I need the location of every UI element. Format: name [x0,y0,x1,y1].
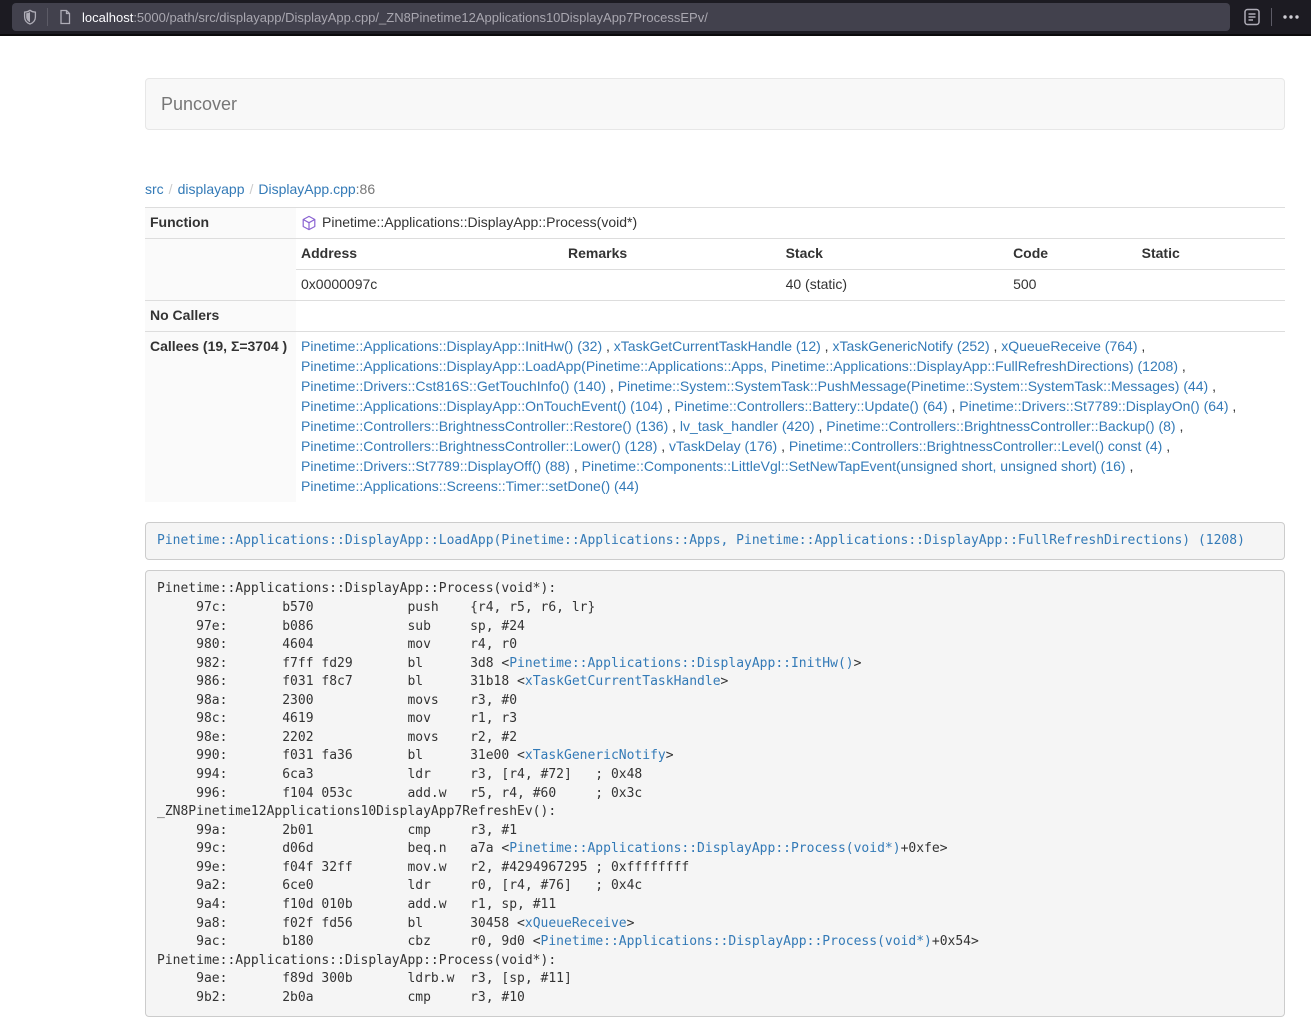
breadcrumb-link-displayapp[interactable]: displayapp [178,181,245,197]
col-header-address: Address [296,239,563,269]
highlighted-symbol-box: Pinetime::Applications::DisplayApp::Load… [145,522,1285,561]
url-path: :5000/path/src/displayapp/DisplayApp.cpp… [133,10,708,25]
callee-link[interactable]: Pinetime::Applications::Screens::Timer::… [301,478,639,494]
breadcrumb-link-file[interactable]: DisplayApp.cpp [258,181,355,197]
callee-separator: , [1176,418,1184,434]
function-row: Function Pinetime::Applications::Display… [145,208,1285,239]
breadcrumb-separator: / [164,181,178,197]
callee-separator: , [1126,458,1134,474]
callee-link[interactable]: Pinetime::Components::LittleVgl::SetNewT… [582,458,1126,474]
callee-separator: , [657,438,669,454]
callee-separator: , [1229,398,1237,414]
static-value [1137,269,1285,299]
disassembly-symbol-link[interactable]: xTaskGetCurrentTaskHandle [525,674,721,689]
brand-link[interactable]: Puncover [146,94,252,114]
callee-separator: , [1178,358,1186,374]
browser-toolbar: localhost:5000/path/src/displayapp/Displ… [0,0,1311,36]
callee-separator: , [1162,438,1170,454]
disassembly-symbol-link[interactable]: xQueueReceive [525,916,627,931]
breadcrumb-separator: / [245,181,259,197]
disassembly-block: Pinetime::Applications::DisplayApp::Proc… [145,570,1285,1017]
callee-separator: , [821,338,833,354]
callee-separator: , [777,438,789,454]
url-bar[interactable]: localhost:5000/path/src/displayapp/Displ… [12,3,1230,31]
code-value: 500 [1008,269,1137,299]
app-navbar: Puncover [145,78,1285,130]
callee-separator: , [668,418,680,434]
callee-link[interactable]: xQueueReceive (764) [1001,338,1137,354]
callee-link[interactable]: Pinetime::Controllers::BrightnessControl… [826,418,1175,434]
toolbar-actions [1242,8,1301,26]
callee-link[interactable]: Pinetime::Drivers::Cst816S::GetTouchInfo… [301,378,606,394]
function-row-label: Function [145,208,296,239]
callee-separator: , [663,398,675,414]
function-name: Pinetime::Applications::DisplayApp::Proc… [322,213,637,233]
callee-link[interactable]: Pinetime::Controllers::BrightnessControl… [789,438,1162,454]
disassembly-symbol-link[interactable]: Pinetime::Applications::DisplayApp::Init… [509,656,853,671]
col-header-static: Static [1137,239,1285,269]
callee-link[interactable]: Pinetime::Applications::DisplayApp::Init… [301,338,602,354]
page-content: Puncover src/displayapp/DisplayApp.cpp:8… [145,78,1285,1017]
callee-separator: , [948,398,960,414]
callee-link[interactable]: xTaskGenericNotify (252) [832,338,989,354]
details-row-label [145,238,296,300]
details-row: Address Remarks Stack Code Static 0x0000… [145,238,1285,300]
callers-row: No Callers [145,300,1285,331]
remarks-value [563,269,781,299]
url-bar-divider [47,8,48,26]
col-header-remarks: Remarks [563,239,781,269]
breadcrumb: src/displayapp/DisplayApp.cpp:86 [145,181,1285,197]
callees-list: Pinetime::Applications::DisplayApp::Init… [296,331,1285,501]
details-values-row: 0x0000097c 40 (static) 500 [296,269,1285,299]
callee-link[interactable]: Pinetime::System::SystemTask::PushMessag… [618,378,1209,394]
disassembly-symbol-link[interactable]: Pinetime::Applications::DisplayApp::Proc… [541,934,932,949]
callers-cell [296,300,1285,331]
address-value: 0x0000097c [296,269,563,299]
callee-separator: , [990,338,1002,354]
shield-icon[interactable] [22,9,38,25]
stack-value: 40 (static) [781,269,1008,299]
disassembly-symbol-link[interactable]: xTaskGenericNotify [525,748,666,763]
callee-link[interactable]: Pinetime::Controllers::Battery::Update()… [675,398,948,414]
highlighted-symbol-link[interactable]: Pinetime::Applications::DisplayApp::Load… [157,533,1245,548]
breadcrumb-line-number: :86 [356,181,375,197]
callee-link[interactable]: Pinetime::Controllers::BrightnessControl… [301,438,657,454]
callee-link[interactable]: lv_task_handler (420) [680,418,815,434]
details-table: Address Remarks Stack Code Static 0x0000… [296,239,1285,300]
col-header-stack: Stack [781,239,1008,269]
callee-link[interactable]: Pinetime::Drivers::St7789::DisplayOn() (… [959,398,1228,414]
callee-separator: , [602,338,614,354]
callee-separator: , [1208,378,1216,394]
url-host: localhost [82,10,133,25]
callee-separator: , [815,418,827,434]
function-table: Function Pinetime::Applications::Display… [145,207,1285,502]
url-text: localhost:5000/path/src/displayapp/Displ… [82,10,708,25]
callee-link[interactable]: vTaskDelay (176) [669,438,777,454]
callees-row: Callees (19, Σ=3704 ) Pinetime::Applicat… [145,331,1285,501]
callee-link[interactable]: Pinetime::Applications::DisplayApp::Load… [301,358,1178,374]
callee-separator: , [606,378,618,394]
function-cube-icon [301,215,317,231]
disassembly-symbol-link[interactable]: Pinetime::Applications::DisplayApp::Proc… [509,841,900,856]
callee-separator: , [570,458,582,474]
callers-row-label: No Callers [145,300,296,331]
callee-link[interactable]: Pinetime::Applications::DisplayApp::OnTo… [301,398,663,414]
breadcrumb-link-src[interactable]: src [145,181,164,197]
callee-link[interactable]: Pinetime::Drivers::St7789::DisplayOff() … [301,458,570,474]
overflow-menu-icon[interactable] [1281,9,1301,25]
callee-link[interactable]: xTaskGetCurrentTaskHandle (12) [614,338,821,354]
callee-separator: , [1137,338,1145,354]
reader-view-icon[interactable] [1242,8,1262,26]
callee-link[interactable]: Pinetime::Controllers::BrightnessControl… [301,418,668,434]
col-header-code: Code [1008,239,1137,269]
page-info-icon[interactable] [57,9,73,25]
toolbar-divider [1271,8,1272,26]
callees-row-label: Callees (19, Σ=3704 ) [145,331,296,501]
